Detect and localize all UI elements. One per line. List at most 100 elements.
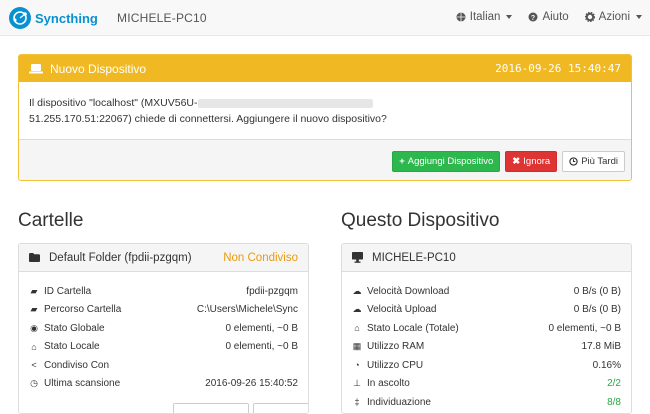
clock-icon [569,156,578,166]
folder-row-id: ▰ ID Cartella fpdii-pzgqm [29,282,298,301]
later-label: Più Tardi [581,155,618,167]
question-icon: ? [528,12,538,22]
row-value: 0.16% [592,359,621,371]
notice-header: Nuovo Dispositivo 2016-09-26 15:40:47 [19,55,631,82]
device-row-discovery: ‡ Individuazione 8/8 [352,393,621,412]
folder-name: Default Folder (fpdii-pzgqm) [49,251,192,264]
plus-icon: + [399,155,405,167]
memory-icon: ▦ [352,341,362,352]
globe-icon: ◉ [30,322,38,333]
notice-message: Il dispositivo "localhost" (MXUV56U- 51.… [19,82,631,139]
help-menu[interactable]: ? Aiuto [528,11,569,23]
folder-row-global: ◉ Stato Globale 0 elementi, ~0 B [29,319,298,338]
row-value: 0 B/s (0 B) [573,304,621,316]
row-label: Stato Locale [44,341,100,353]
folder-row-shared: < Condiviso Con [29,356,298,375]
device-details: ☁ Velocità Download 0 B/s (0 B) ☁ Velocità… [342,272,631,412]
row-label: Utilizzo RAM [367,341,425,353]
dashboard-icon: ◔ [354,360,360,371]
brand-name: Syncthing [35,10,98,26]
row-value: 17.8 MiB [581,341,621,353]
notice-footer: + Aggiungi Dispositivo ✖ Ignora Più Tard… [19,139,631,180]
caret-down-icon [636,15,642,19]
svg-text:?: ? [531,15,535,22]
later-button[interactable]: Più Tardi [562,150,625,172]
row-label: Velocità Download [367,285,450,297]
row-value: 0 elementi, ~0 B [225,322,298,334]
device-row-ram: ▦ Utilizzo RAM 17.8 MiB [352,338,621,357]
ignore-button[interactable]: ✖ Ignora [505,150,558,172]
device-row-download: ☁ Velocità Download 0 B/s (0 B) [352,282,622,301]
globe-icon [456,12,466,22]
syncthing-logo-icon [9,7,31,29]
sitemap-icon: ⊥ [353,378,361,389]
folder-status: Non Condiviso [223,251,298,264]
new-device-panel: Nuovo Dispositivo 2016-09-26 15:40:47 Il… [18,54,632,181]
row-label: Stato Globale [44,322,105,334]
folder-row-path: ▰ Percorso Cartella C:\Users\Michele\Sync [29,301,298,320]
folder-action-button-1[interactable] [173,403,249,413]
row-label: Ultima scansione [44,378,121,390]
caret-down-icon [506,15,513,19]
row-value: 2/2 [607,378,621,390]
row-value: 0 elementi, ~0 B [548,322,621,334]
home-icon: ⌂ [31,341,37,352]
close-icon: ✖ [512,155,521,167]
row-value: fpdii-pzgqm [246,285,298,297]
signpost-icon: ‡ [354,397,360,408]
notice-message-line2: 51.255.170.51:22067) chiede di connetter… [29,113,387,125]
row-label: ID Cartella [44,285,92,297]
device-row-upload: ☁ Velocità Upload 0 B/s (0 B) [352,301,622,320]
row-label: Utilizzo CPU [367,359,424,371]
home-icon: ⌂ [354,323,360,334]
row-label: Velocità Upload [367,304,437,316]
notice-time: 2016-09-26 15:40:47 [495,62,621,75]
device-panel-header[interactable]: MICHELE-PC10 [342,244,631,272]
row-label: Condiviso Con [44,359,110,371]
language-menu[interactable]: Italian [456,11,513,23]
redacted-device-id [197,98,373,108]
folder-details: ▰ ID Cartella fpdii-pzgqm ▰ Percorso Carte… [19,272,308,393]
clock-icon: ◷ [30,378,38,389]
row-label: In ascolto [367,378,410,390]
device-row-cpu: ◔ Utilizzo CPU 0.16% [352,356,621,375]
folder-row-local: ⌂ Stato Locale 0 elementi, ~0 B [29,338,298,357]
folder-row-last-scan: ◷ Ultima scansione 2016-09-26 15:40:52 [29,375,298,394]
row-label: Percorso Cartella [44,304,122,316]
gear-icon [584,12,595,22]
actions-label: Azioni [598,11,630,23]
help-label: Aiuto [542,11,569,23]
cloud-download-icon: ☁ [352,285,362,296]
device-row-listeners: ⊥ In ascolto 2/2 [352,375,621,394]
nav-device-name: MICHELE-PC10 [117,11,207,25]
actions-menu[interactable]: Azioni [584,11,642,23]
navbar: Syncthing MICHELE-PC10 Italian ? Aiuto A… [0,0,650,36]
add-device-label: Aggiungi Dispositivo [407,155,494,167]
row-value: 8/8 [607,396,621,408]
notice-title: Nuovo Dispositivo [50,61,147,76]
language-label: Italian [469,11,501,23]
folders-heading: Cartelle [18,210,84,231]
this-device-heading: Questo Dispositivo [341,210,500,231]
cloud-upload-icon: ☁ [352,304,362,315]
notice-message-line1: Il dispositivo "localhost" (MXUV56U- [29,97,198,109]
folder-action-button-2[interactable] [253,403,308,413]
desktop-icon [352,252,363,263]
folder-icon [29,253,40,262]
row-value: 2016-09-26 15:40:52 [205,378,298,390]
device-row-local-state: ⌂ Stato Locale (Totale) 0 elementi, ~0 B [352,319,621,338]
row-value: 0 B/s (0 B) [573,285,621,297]
row-label: Individuazione [367,396,431,408]
row-value: 0 elementi, ~0 B [225,341,298,353]
brand[interactable]: Syncthing [9,7,98,29]
folder-panel: Default Folder (fpdii-pzgqm) Non Condivi… [18,243,309,414]
folder-icon: ▰ [30,285,38,296]
ignore-label: Ignora [523,155,551,167]
device-name: MICHELE-PC10 [372,251,456,264]
folder-panel-header[interactable]: Default Folder (fpdii-pzgqm) Non Condivi… [19,244,308,272]
row-value: C:\Users\Michele\Sync [196,304,298,316]
laptop-icon [29,64,43,74]
add-device-button[interactable]: + Aggiungi Dispositivo [392,150,501,172]
folder-open-icon: ▰ [30,304,38,315]
this-device-panel: MICHELE-PC10 ☁ Velocità Download 0 B/s (0… [341,243,632,414]
